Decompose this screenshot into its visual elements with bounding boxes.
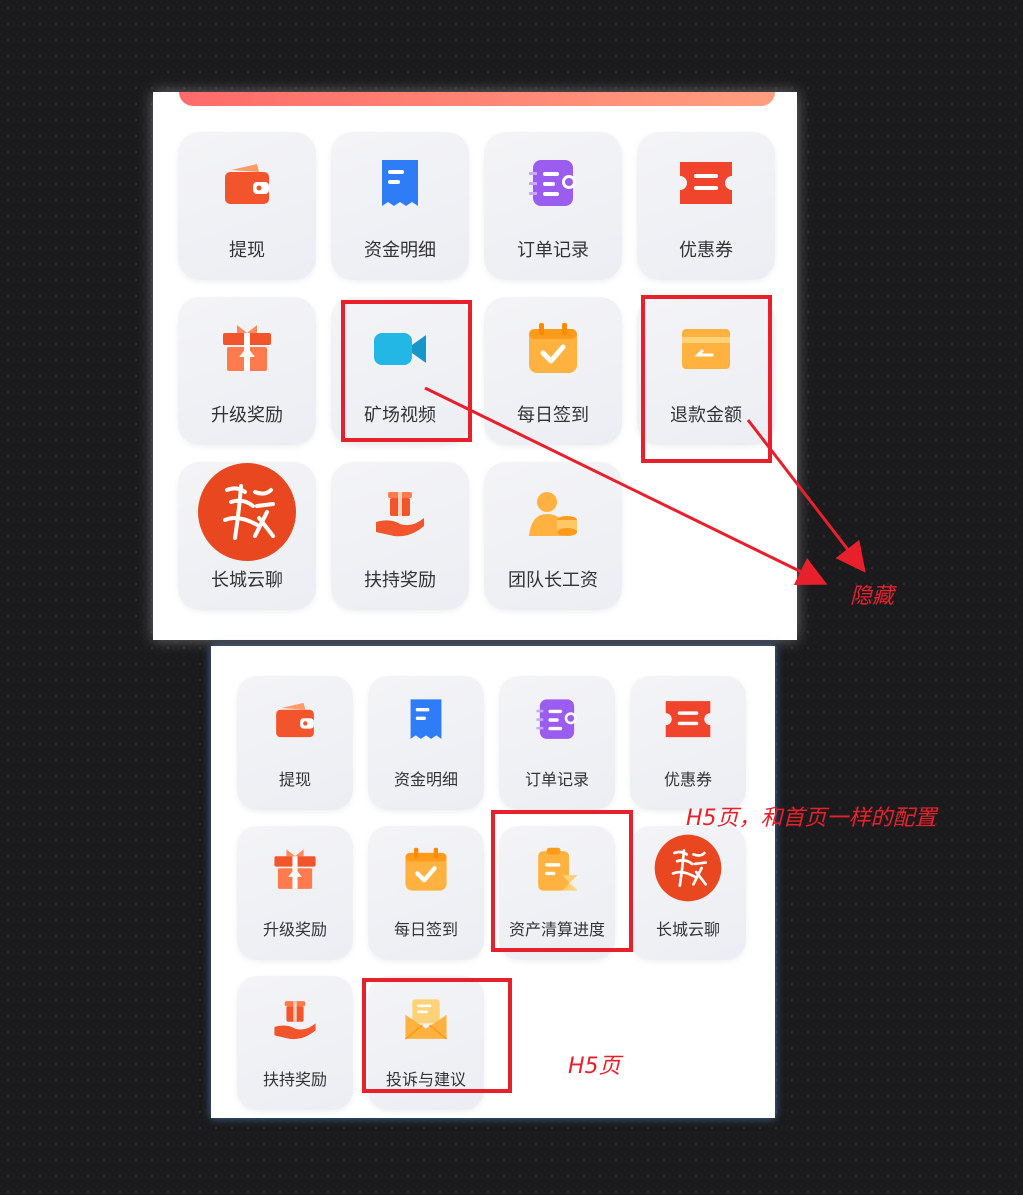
arrow-to-hide-note — [746, 419, 866, 573]
arrow-to-hide-note — [424, 386, 828, 585]
annotation-h5-page: H5页 — [568, 1054, 621, 1079]
annotation-hide: 隐藏 — [850, 584, 895, 609]
annotation-h5-same-config: H5页，和首页一样的配置 — [686, 806, 937, 831]
